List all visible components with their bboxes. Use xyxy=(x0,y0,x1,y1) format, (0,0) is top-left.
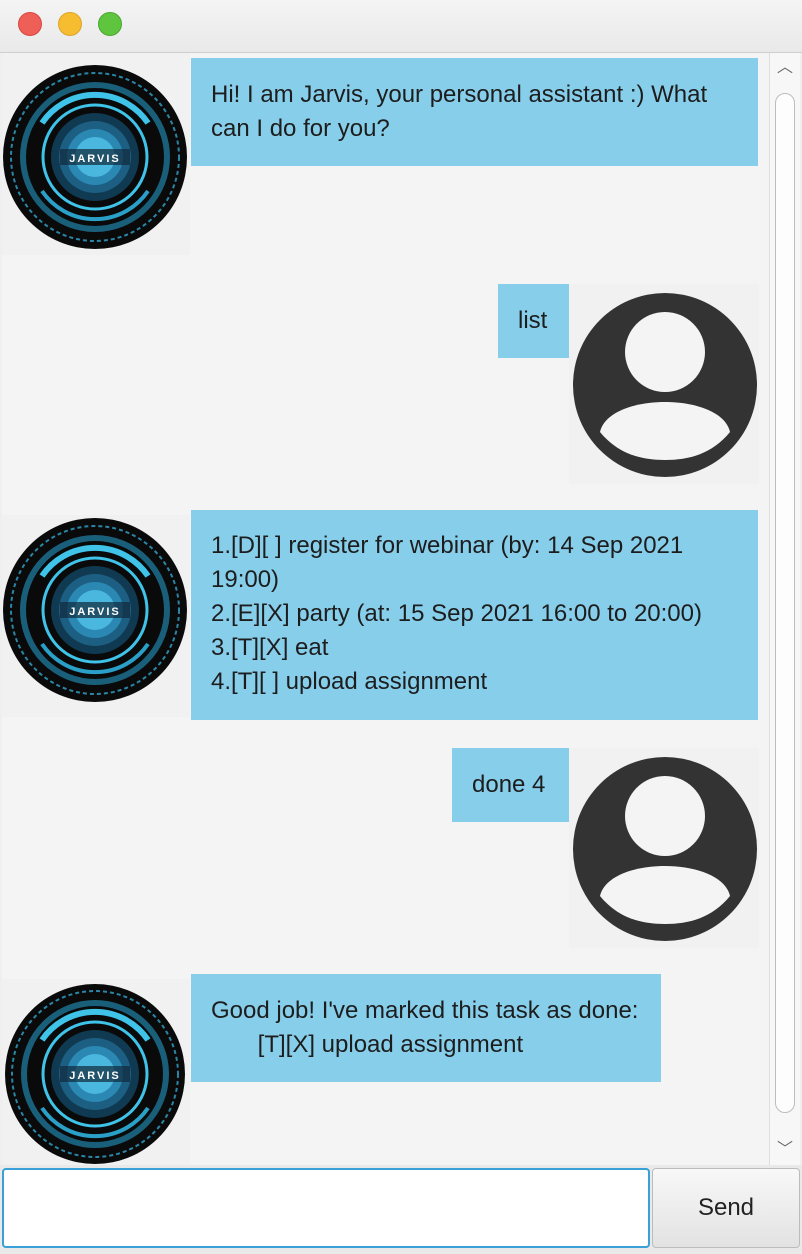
message-text-line: 2.[E][X] party (at: 15 Sep 2021 16:00 to… xyxy=(211,600,702,627)
close-window-button[interactable] xyxy=(18,12,42,36)
message-text-line: 3.[T][X] eat xyxy=(211,634,329,661)
jarvis-avatar-icon: JARVIS xyxy=(5,984,185,1164)
scroll-up-arrow-icon[interactable]: ︿ xyxy=(770,55,800,81)
message-text-line: 4.[T][ ] upload assignment xyxy=(211,668,488,695)
bot-message-bubble: Hi! I am Jarvis, your personal assistant… xyxy=(191,58,758,166)
scrollbar-thumb[interactable] xyxy=(775,93,795,1113)
send-button[interactable]: Send xyxy=(652,1168,800,1248)
user-avatar xyxy=(569,284,759,484)
jarvis-avatar-icon: JARVIS xyxy=(3,518,187,702)
message-text-line: can I do for you? xyxy=(211,115,390,142)
chat-scroll-pane[interactable]: JARVIS Hi! I am Jarvis, your personal as… xyxy=(2,53,769,1165)
message-text-line: 19:00) xyxy=(211,566,280,593)
user-message-bubble: list xyxy=(498,284,569,358)
message-text-line: Hi! I am Jarvis, your personal assistant… xyxy=(211,81,708,108)
title-bar xyxy=(0,0,802,53)
jarvis-avatar-icon: JARVIS xyxy=(3,65,187,249)
jarvis-avatar-label: JARVIS xyxy=(69,153,121,165)
maximize-window-button[interactable] xyxy=(98,12,122,36)
input-bar: Send xyxy=(0,1165,802,1254)
user-message-bubble: done 4 xyxy=(452,748,569,822)
message-text-line: done 4 xyxy=(472,771,546,798)
user-avatar-icon xyxy=(573,757,757,941)
user-avatar-icon xyxy=(573,293,757,477)
jarvis-avatar-label: JARVIS xyxy=(69,1070,121,1082)
message-input[interactable] xyxy=(2,1168,650,1248)
bot-message-bubble: 1.[D][ ] register for webinar (by: 14 Se… xyxy=(191,510,758,720)
message-text-line: list xyxy=(518,307,548,334)
bot-message-bubble: Good job! I've marked this task as done:… xyxy=(191,974,661,1082)
message-text-line: Good job! I've marked this task as done: xyxy=(211,997,639,1024)
jarvis-avatar: JARVIS xyxy=(2,53,190,255)
jarvis-avatar: JARVIS xyxy=(2,515,190,717)
jarvis-avatar: JARVIS xyxy=(2,979,190,1165)
vertical-scrollbar[interactable]: ︿ ﹀ xyxy=(769,53,800,1165)
scroll-down-arrow-icon[interactable]: ﹀ xyxy=(770,1137,800,1163)
message-text-line: 1.[D][ ] register for webinar (by: 14 Se… xyxy=(211,532,684,559)
message-text-line: [T][X] upload assignment xyxy=(211,1031,524,1058)
user-avatar xyxy=(569,748,759,948)
jarvis-avatar-label: JARVIS xyxy=(69,606,121,618)
minimize-window-button[interactable] xyxy=(58,12,82,36)
